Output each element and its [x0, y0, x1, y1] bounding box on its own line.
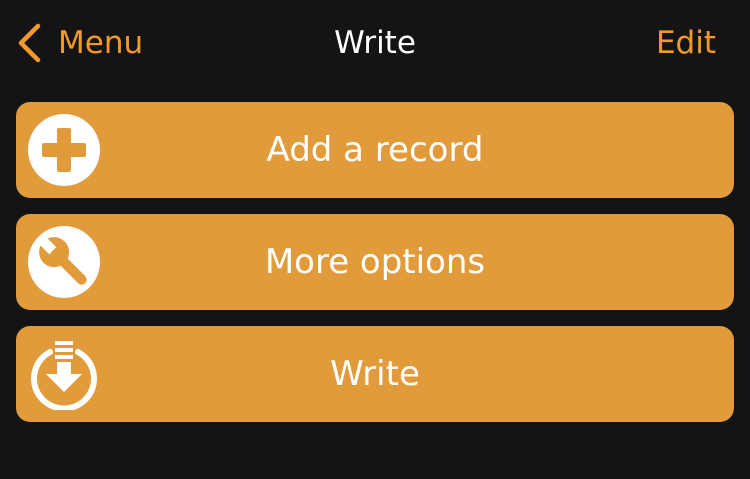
- navigation-bar: Menu Write Edit: [0, 0, 750, 86]
- back-button[interactable]: Menu: [16, 22, 143, 64]
- write-button[interactable]: Write: [16, 326, 734, 422]
- more-options-label: More options: [264, 242, 486, 282]
- edit-button[interactable]: Edit: [656, 22, 716, 64]
- more-options-button[interactable]: More options: [16, 214, 734, 310]
- add-record-button[interactable]: Add a record: [16, 102, 734, 198]
- add-record-label: Add a record: [266, 130, 484, 170]
- write-label: Write: [330, 354, 420, 394]
- chevron-left-icon: [16, 23, 42, 63]
- back-button-label: Menu: [58, 25, 144, 61]
- write-screen: Menu Write Edit Add a record More option…: [0, 0, 750, 479]
